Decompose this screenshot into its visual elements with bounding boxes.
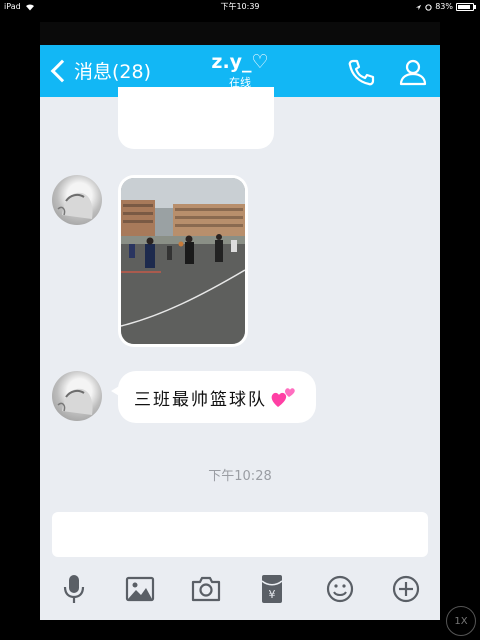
red-packet-icon: ¥ [261, 575, 283, 603]
zoom-button[interactable]: 1X [446, 606, 476, 636]
text-message-bubble[interactable]: 三班最帅篮球队 [111, 371, 316, 423]
emoji-icon [326, 575, 354, 603]
voice-call-button[interactable] [346, 57, 376, 87]
contact-header: z.y_♡ 在线 [40, 51, 440, 90]
battery-fill [458, 5, 470, 9]
image-icon [125, 576, 155, 602]
basketball-photo[interactable] [121, 178, 245, 344]
device-status-bar: iPad 下午10:39 83% [0, 0, 480, 14]
plus-icon [392, 575, 420, 603]
location-icon [416, 4, 422, 10]
phone-icon [348, 59, 375, 86]
photo-button[interactable] [122, 571, 158, 607]
microphone-icon [63, 575, 85, 603]
red-packet-button[interactable]: ¥ [254, 571, 290, 607]
app-screen: 消息(28) z.y_♡ 在线 三班最帅篮球队 下午10:28 ¥ [40, 22, 440, 620]
message-list[interactable]: 三班最帅篮球队 下午10:28 [40, 87, 440, 509]
camera-button[interactable] [188, 571, 224, 607]
avatar[interactable] [52, 371, 102, 421]
previous-message-bubble[interactable] [118, 87, 274, 149]
input-area: ¥ [40, 509, 440, 620]
emoji-button[interactable] [322, 571, 358, 607]
battery-icon [456, 3, 476, 11]
more-button[interactable] [388, 571, 424, 607]
app-top-strip [40, 22, 440, 45]
message-input[interactable] [52, 512, 428, 557]
contact-name: z.y_♡ [211, 51, 269, 73]
image-message-bubble[interactable] [118, 175, 248, 347]
message-text: 三班最帅篮球队 [134, 389, 267, 410]
basketball-court-image [121, 178, 245, 344]
alarm-icon [425, 3, 432, 11]
avatar-image [57, 388, 93, 415]
voice-input-button[interactable] [56, 571, 92, 607]
camera-icon [191, 576, 221, 602]
battery-percent: 83% [435, 2, 453, 11]
input-toolbar: ¥ [40, 571, 440, 611]
profile-button[interactable] [398, 57, 428, 87]
clock: 下午10:39 [220, 2, 260, 11]
message-timestamp: 下午10:28 [208, 469, 272, 484]
two-hearts-icon [271, 388, 295, 407]
avatar[interactable] [52, 175, 102, 225]
svg-text:¥: ¥ [269, 588, 276, 601]
person-icon [399, 59, 427, 86]
avatar-image [57, 192, 93, 219]
